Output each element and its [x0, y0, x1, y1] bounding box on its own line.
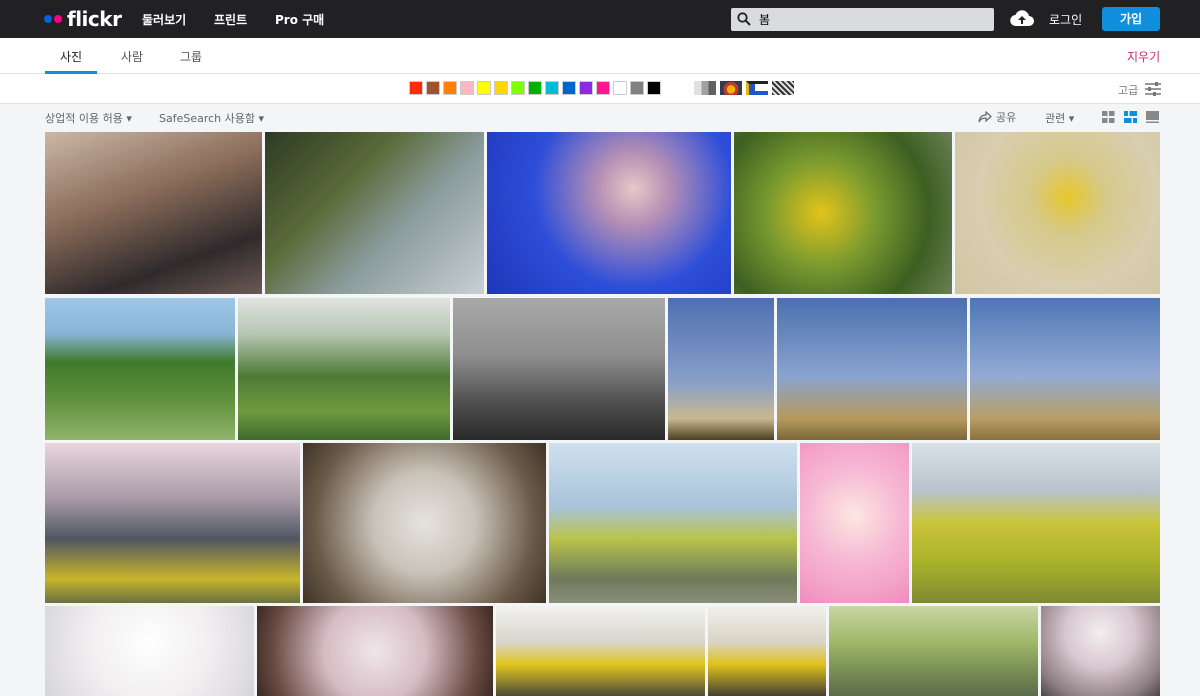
logo-wordmark: flickr: [67, 7, 122, 31]
tab-groups[interactable]: 그룹: [180, 48, 202, 65]
login-link[interactable]: 로그인: [1049, 11, 1082, 28]
advanced-filters-label[interactable]: 고급: [1118, 82, 1138, 98]
photo-cherry-branches[interactable]: [257, 606, 493, 696]
search-box[interactable]: [731, 8, 994, 31]
chevron-down-icon: ▾: [258, 112, 265, 125]
photo-cartoon-girl[interactable]: [800, 443, 909, 603]
tab-photos[interactable]: 사진: [60, 48, 82, 65]
share-arrow-icon: [978, 111, 992, 123]
style-patterns-icon[interactable]: [772, 81, 794, 95]
color-swatch[interactable]: [528, 81, 542, 95]
chevron-down-icon: ▾: [126, 112, 132, 125]
style-black-white-icon[interactable]: [694, 81, 716, 95]
color-swatch[interactable]: [460, 81, 474, 95]
photo-cherry-street[interactable]: [1041, 606, 1160, 696]
tab-people[interactable]: 사람: [121, 48, 143, 65]
color-swatch[interactable]: [494, 81, 508, 95]
sort-dropdown-label: 관련: [1045, 112, 1066, 125]
safesearch-dropdown[interactable]: SafeSearch 사용함 ▾: [159, 110, 264, 126]
photo-woman-field[interactable]: [549, 443, 797, 603]
sliders-icon[interactable]: [1145, 82, 1161, 96]
nav-prints[interactable]: 프린트: [214, 11, 247, 28]
share-button[interactable]: 공유: [978, 109, 1016, 125]
photo-plants-balcony[interactable]: [265, 132, 484, 294]
chevron-down-icon: ▾: [1068, 112, 1075, 125]
safesearch-dropdown-label: SafeSearch 사용함: [159, 112, 256, 125]
results-toolbar: 상업적 이용 허용 ▾ SafeSearch 사용함 ▾ 공유 관련 ▾: [0, 104, 1200, 130]
clear-search-link[interactable]: 지우기: [1127, 48, 1160, 65]
photo-mountain-village[interactable]: [45, 298, 235, 440]
photo-paraglider-bw[interactable]: [453, 298, 665, 440]
photo-forsythia-branch[interactable]: [955, 132, 1160, 294]
photo-forsythia-bush[interactable]: [734, 132, 952, 294]
color-swatch[interactable]: [579, 81, 593, 95]
photo-forsythia-man-1[interactable]: [496, 606, 705, 696]
color-swatches: [409, 81, 661, 95]
color-swatch[interactable]: [647, 81, 661, 95]
color-swatch[interactable]: [426, 81, 440, 95]
color-swatch[interactable]: [477, 81, 491, 95]
grid-small-view-icon[interactable]: [1102, 111, 1115, 123]
style-minimalist-icon[interactable]: [746, 81, 768, 95]
signup-button[interactable]: 가입: [1102, 7, 1160, 31]
share-label: 공유: [996, 111, 1017, 124]
color-swatch[interactable]: [443, 81, 457, 95]
color-swatch[interactable]: [409, 81, 423, 95]
photo-cherry-forsythia-water[interactable]: [45, 443, 300, 603]
license-dropdown[interactable]: 상업적 이용 허용 ▾: [45, 110, 132, 126]
color-filter-row: 고급: [0, 74, 1200, 104]
color-swatch[interactable]: [596, 81, 610, 95]
large-view-icon[interactable]: [1146, 111, 1159, 123]
sort-dropdown[interactable]: 관련 ▾: [1045, 110, 1074, 126]
nav-explore[interactable]: 둘러보기: [142, 11, 186, 28]
logo-blue-dot: [44, 15, 52, 23]
search-input[interactable]: [759, 10, 984, 29]
logo-pink-dot: [54, 15, 62, 23]
upload-cloud-icon[interactable]: [1010, 9, 1034, 27]
photo-cherry-blossom-night[interactable]: [487, 132, 731, 294]
photo-woman-arms-open[interactable]: [912, 443, 1160, 603]
photo-pine-sky-1[interactable]: [668, 298, 774, 440]
color-swatch[interactable]: [613, 81, 627, 95]
top-nav-bar: flickr 둘러보기 프린트 Pro 구매 로그인 가입: [0, 0, 1200, 38]
style-shallow-depth-icon[interactable]: [720, 81, 742, 95]
photo-pine-sky-2[interactable]: [777, 298, 967, 440]
color-swatch[interactable]: [511, 81, 525, 95]
photo-rainbow-cake[interactable]: [45, 606, 254, 696]
photo-cafe-interior[interactable]: [45, 132, 262, 294]
flickr-logo[interactable]: flickr: [44, 7, 122, 31]
color-swatch[interactable]: [630, 81, 644, 95]
justified-view-icon[interactable]: [1124, 111, 1137, 123]
license-dropdown-label: 상업적 이용 허용: [45, 112, 123, 125]
photo-forsythia-man-2[interactable]: [708, 606, 826, 696]
nav-get-pro[interactable]: Pro 구매: [275, 11, 324, 28]
photo-green-tea-field[interactable]: [238, 298, 450, 440]
style-filters: [694, 81, 794, 95]
color-swatch[interactable]: [545, 81, 559, 95]
photo-larch-trees-up[interactable]: [303, 443, 546, 603]
search-icon: [737, 12, 751, 26]
color-swatch[interactable]: [562, 81, 576, 95]
photo-willow-trees[interactable]: [829, 606, 1038, 696]
photo-pine-sky-3[interactable]: [970, 298, 1160, 440]
photo-grid: [45, 132, 1160, 696]
search-type-tabs: 사진 사람 그룹 지우기: [0, 38, 1200, 74]
